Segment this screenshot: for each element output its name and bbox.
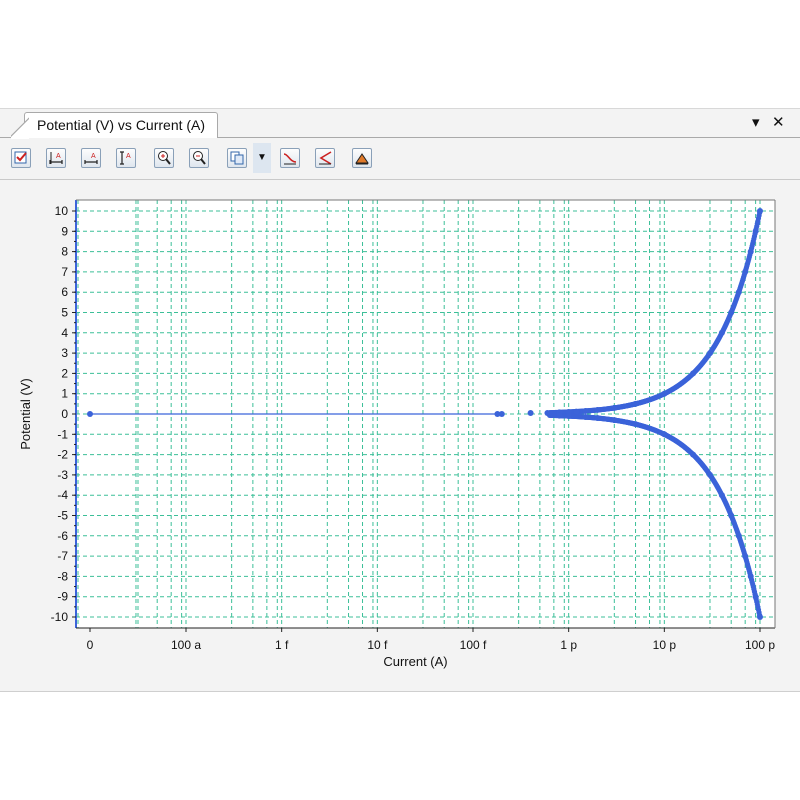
svg-text:A: A bbox=[56, 153, 61, 160]
data-point bbox=[582, 407, 589, 414]
dropdown-arrow-icon[interactable]: ▼ bbox=[253, 143, 271, 173]
y-tick-label: -8 bbox=[57, 569, 68, 583]
svg-text:A: A bbox=[91, 153, 96, 160]
data-point bbox=[728, 309, 735, 316]
data-point bbox=[632, 400, 639, 407]
x-tick-label: 1 p bbox=[560, 638, 577, 652]
data-point bbox=[690, 370, 697, 377]
chart-window: Potential (V) vs Current (A) ▾ ✕ A A A ▼ bbox=[0, 108, 800, 692]
data-point bbox=[752, 228, 759, 235]
svg-text:A: A bbox=[126, 153, 131, 160]
data-point bbox=[747, 573, 754, 580]
data-point bbox=[735, 289, 742, 296]
autoscale-x-axis-alt-icon[interactable]: A bbox=[81, 148, 101, 168]
data-point bbox=[752, 593, 759, 600]
data-point bbox=[690, 451, 697, 458]
data-point bbox=[527, 409, 534, 416]
data-point bbox=[706, 350, 713, 357]
data-point bbox=[594, 415, 601, 422]
data-point bbox=[735, 532, 742, 539]
data-point bbox=[582, 414, 589, 421]
data-point bbox=[565, 413, 572, 420]
data-point bbox=[747, 248, 754, 255]
y-tick-label: -6 bbox=[57, 529, 68, 543]
data-point bbox=[742, 553, 749, 560]
x-tick-label: 10 f bbox=[367, 638, 388, 652]
chart-toolbar: A A A ▼ bbox=[0, 139, 800, 180]
data-point bbox=[718, 329, 725, 336]
close-icon[interactable]: ✕ bbox=[772, 113, 785, 131]
y-axis-label: Potential (V) bbox=[18, 378, 33, 450]
linear-fit-icon[interactable] bbox=[280, 148, 300, 168]
peak-find-icon[interactable] bbox=[352, 148, 372, 168]
data-point bbox=[757, 208, 763, 214]
y-tick-label: 10 bbox=[55, 204, 69, 218]
y-tick-label: 5 bbox=[61, 306, 68, 320]
y-tick-label: -4 bbox=[57, 488, 68, 502]
properties-checklist-icon[interactable] bbox=[11, 148, 31, 168]
data-point bbox=[594, 406, 601, 413]
y-tick-label: -9 bbox=[57, 590, 68, 604]
x-tick-label: 100 p bbox=[745, 638, 775, 652]
y-tick-label: -7 bbox=[57, 549, 68, 563]
autoscale-x-axis-icon[interactable]: A bbox=[46, 148, 66, 168]
tab-strip: Potential (V) vs Current (A) ▾ ✕ bbox=[0, 109, 800, 139]
data-point bbox=[718, 492, 725, 499]
x-tick-label: 10 p bbox=[653, 638, 677, 652]
tafel-fit-icon[interactable] bbox=[315, 148, 335, 168]
tab-label: Potential (V) vs Current (A) bbox=[37, 117, 206, 133]
data-point bbox=[661, 431, 668, 438]
tab-potential-vs-current[interactable]: Potential (V) vs Current (A) bbox=[10, 112, 219, 139]
autoscale-y-axis-icon[interactable]: A bbox=[116, 148, 136, 168]
y-tick-label: 7 bbox=[61, 265, 68, 279]
data-point bbox=[757, 614, 763, 620]
y-tick-label: 8 bbox=[61, 245, 68, 259]
data-point bbox=[742, 268, 749, 275]
y-tick-label: -5 bbox=[57, 509, 68, 523]
data-point bbox=[556, 412, 563, 419]
data-point bbox=[573, 408, 580, 415]
y-tick-label: -10 bbox=[51, 610, 69, 624]
data-point bbox=[661, 390, 668, 397]
y-tick-label: 1 bbox=[61, 387, 68, 401]
data-point bbox=[544, 409, 551, 416]
x-tick-label: 100 f bbox=[460, 638, 487, 652]
y-tick-label: 9 bbox=[61, 224, 68, 238]
plot-area: 10 9 8 7 6 5 4 3 2 1 0 -1 -2 -3 -4 -5 -6 -7 -8 -9 -10 0 100 a1… bbox=[0, 180, 800, 690]
y-tick-label: 0 bbox=[61, 407, 68, 421]
zoom-in-icon[interactable] bbox=[154, 148, 174, 168]
data-point bbox=[87, 411, 93, 417]
y-tick-label: 3 bbox=[61, 346, 68, 360]
window-menu-icon[interactable]: ▾ bbox=[752, 113, 760, 131]
y-tick-label: -3 bbox=[57, 468, 68, 482]
y-tick-label: 6 bbox=[61, 285, 68, 299]
zoom-out-icon[interactable] bbox=[189, 148, 209, 168]
data-point bbox=[706, 471, 713, 478]
x-tick-label: 0 bbox=[87, 638, 94, 652]
data-point bbox=[498, 411, 505, 417]
x-axis-label: Current (A) bbox=[383, 654, 447, 669]
copy-icon[interactable] bbox=[227, 148, 247, 168]
y-tick-label: 4 bbox=[61, 326, 68, 340]
data-point bbox=[611, 417, 618, 424]
y-tick-label: 2 bbox=[61, 366, 68, 380]
data-point bbox=[632, 421, 639, 428]
x-tick-label: 100 a bbox=[171, 638, 201, 652]
data-point bbox=[611, 404, 618, 411]
x-tick-label: 1 f bbox=[275, 638, 289, 652]
data-point bbox=[728, 512, 735, 519]
y-tick-label: -1 bbox=[57, 427, 68, 441]
potential-current-chart[interactable]: 109876543210-1-2-3-4-5-6-7-8-9-100 100 a1… bbox=[0, 180, 800, 690]
y-tick-label: -2 bbox=[57, 448, 68, 462]
